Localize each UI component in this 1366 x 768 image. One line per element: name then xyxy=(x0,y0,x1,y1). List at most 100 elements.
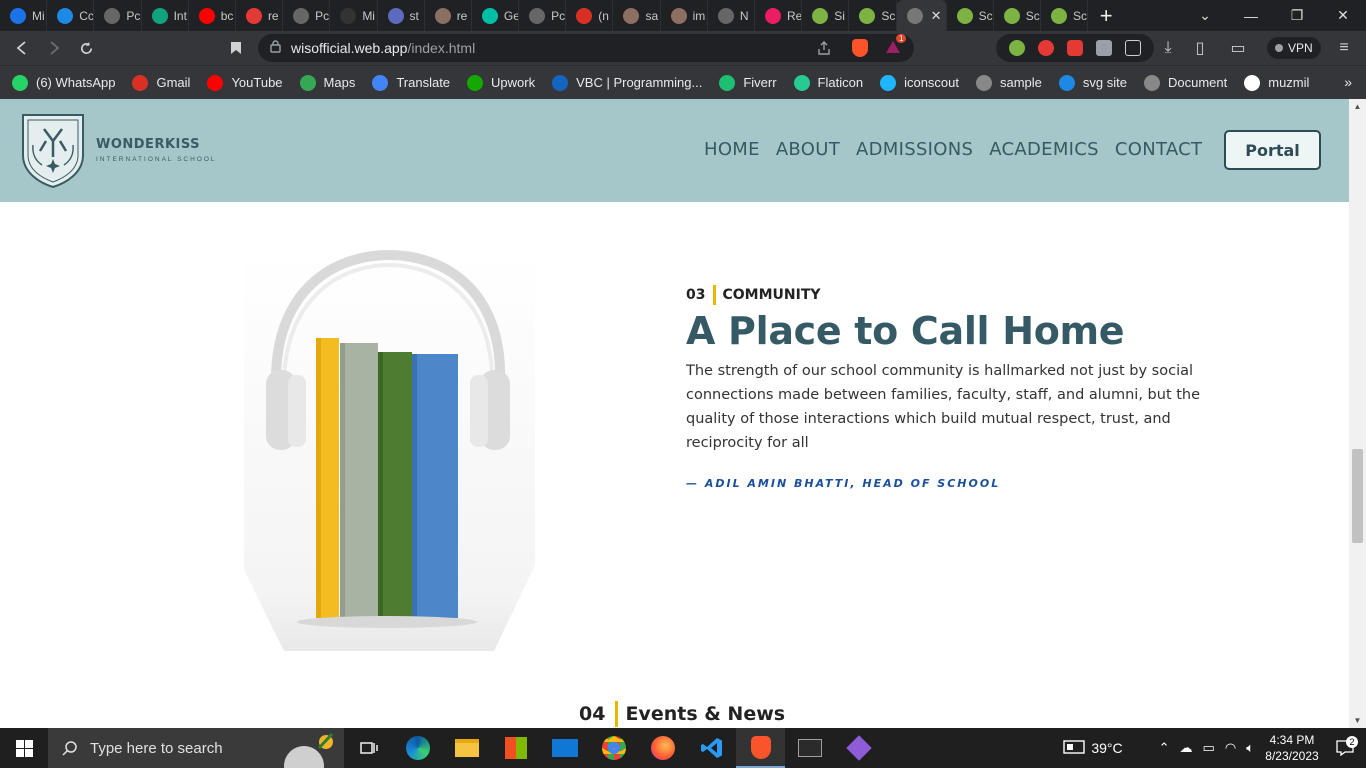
close-tab-icon[interactable]: ✕ xyxy=(931,8,942,24)
browser-tab[interactable]: Cc xyxy=(47,0,95,31)
wifi-icon[interactable]: ◠ xyxy=(1225,740,1236,756)
minimize-icon[interactable]: — xyxy=(1228,0,1274,31)
bookmarks-overflow-icon[interactable]: » xyxy=(1344,74,1352,90)
tray-overflow-icon[interactable]: ⌃ xyxy=(1159,740,1170,756)
browser-tab[interactable]: Mi xyxy=(0,0,48,31)
weather-icon[interactable] xyxy=(1063,739,1086,758)
bookmark-item[interactable]: YouTube xyxy=(207,74,283,91)
bookmark-item[interactable]: iconscout xyxy=(880,74,959,91)
browser-tab[interactable]: Sc xyxy=(849,0,897,31)
extension-hand-icon[interactable] xyxy=(1066,40,1083,56)
bookmark-item[interactable]: Flaticon xyxy=(793,74,863,91)
bookmark-item[interactable]: Upwork xyxy=(467,74,535,91)
edge-browser-icon[interactable] xyxy=(393,728,442,768)
browser-tab[interactable]: Pc xyxy=(94,0,142,31)
microsoft-store-icon[interactable] xyxy=(491,728,540,768)
bookmark-item[interactable]: Fiverr xyxy=(719,74,777,91)
address-bar[interactable]: wisofficial.web.app/index.html 1 xyxy=(258,34,914,62)
browser-tab[interactable]: Int xyxy=(142,0,189,31)
portal-button[interactable]: Portal xyxy=(1224,130,1321,170)
mail-icon[interactable] xyxy=(540,728,589,768)
scroll-down-icon[interactable]: ▼ xyxy=(1353,716,1362,725)
nav-about[interactable]: ABOUT xyxy=(776,139,840,160)
chrome-icon[interactable] xyxy=(589,728,638,768)
browser-tab[interactable]: st xyxy=(378,0,425,31)
weather-temp[interactable]: 39°C xyxy=(1091,740,1122,756)
browser-tab[interactable]: Ge xyxy=(472,0,520,31)
eyedropper-icon[interactable] xyxy=(1096,40,1113,56)
onedrive-icon[interactable]: ☁ xyxy=(1180,740,1193,756)
browser-tab[interactable]: re xyxy=(236,0,284,31)
browser-tab[interactable]: Pc xyxy=(283,0,331,31)
bookmark-item[interactable]: Translate xyxy=(372,74,450,91)
nav-admissions[interactable]: ADMISSIONS xyxy=(856,139,973,160)
firefox-icon[interactable] xyxy=(638,728,687,768)
browser-tab[interactable]: Si xyxy=(802,0,850,31)
wallet-icon[interactable]: ▭ xyxy=(1222,32,1254,64)
bookmark-item[interactable]: svg site xyxy=(1058,74,1127,91)
browser-tab[interactable]: Sc xyxy=(1041,0,1089,31)
browser-tab[interactable]: sa xyxy=(613,0,661,31)
terminal-icon[interactable] xyxy=(785,728,834,768)
extension-green-icon[interactable] xyxy=(1008,40,1025,56)
browser-tab[interactable]: (n xyxy=(566,0,614,31)
browser-tab[interactable]: Re xyxy=(755,0,803,31)
notifications-icon[interactable]: 2 xyxy=(1324,736,1366,756)
vscode-icon[interactable] xyxy=(687,728,736,768)
sidebar-icon[interactable]: ▯ xyxy=(1184,32,1216,64)
close-window-icon[interactable]: ✕ xyxy=(1320,0,1366,31)
nav-academics[interactable]: ACADEMICS xyxy=(989,139,1099,160)
tab-favicon-icon xyxy=(198,7,215,24)
browser-tab[interactable]: Pc xyxy=(519,0,567,31)
battery-icon[interactable]: ▭ xyxy=(1203,740,1215,756)
bookmark-favicon-icon xyxy=(1144,74,1160,91)
share-icon[interactable] xyxy=(816,40,832,59)
browser-tab[interactable]: Sc xyxy=(947,0,994,31)
bookmark-item[interactable]: VBC | Programming... xyxy=(552,74,702,91)
tab-search-icon[interactable]: ⌄ xyxy=(1182,0,1228,31)
browser-tab[interactable]: bc xyxy=(189,0,236,31)
tab-favicon-icon xyxy=(481,7,498,24)
bookmark-icon[interactable] xyxy=(220,32,252,64)
task-view-icon[interactable] xyxy=(344,728,393,768)
bookmark-item[interactable]: sample xyxy=(976,74,1042,91)
scrollbar-thumb[interactable] xyxy=(1352,449,1363,543)
brave-shields-icon[interactable] xyxy=(852,39,868,57)
new-tab-button[interactable]: + xyxy=(1088,0,1124,31)
git-icon[interactable] xyxy=(834,728,883,768)
browser-tab[interactable]: N xyxy=(708,0,755,31)
tab-title: Cc xyxy=(79,8,94,23)
bookmark-item[interactable]: Gmail xyxy=(132,74,190,91)
windows-start-icon[interactable] xyxy=(0,728,48,768)
browser-tab[interactable]: Mi xyxy=(330,0,378,31)
browser-tab[interactable]: im xyxy=(661,0,708,31)
nav-contact[interactable]: CONTACT xyxy=(1115,139,1202,160)
volume-icon[interactable]: 🔈︎ xyxy=(1246,740,1254,756)
school-logo[interactable]: WONDERKISS INTERNATIONAL SCHOOL xyxy=(18,111,217,189)
bookmark-item[interactable]: (6) WhatsApp xyxy=(12,74,115,91)
browser-tab[interactable]: re xyxy=(425,0,472,31)
bookmark-favicon-icon xyxy=(552,74,569,91)
bookmark-item[interactable]: Maps xyxy=(299,74,355,91)
puzzle-icon[interactable] xyxy=(1125,40,1142,56)
active-browser-tab[interactable]: ✕ xyxy=(896,0,947,31)
bookmark-label: iconscout xyxy=(904,75,959,90)
nav-home[interactable]: HOME xyxy=(704,139,760,160)
downloads-icon[interactable]: ⤓ xyxy=(1152,32,1184,64)
bookmark-item[interactable]: muzmil xyxy=(1244,74,1309,91)
restore-icon[interactable]: ❐ xyxy=(1274,0,1320,31)
extension-red-x-icon[interactable] xyxy=(1037,40,1054,56)
browser-tab[interactable]: Sc xyxy=(994,0,1041,31)
page-scrollbar[interactable]: ▲ ▼ xyxy=(1349,99,1366,728)
forward-icon[interactable] xyxy=(38,32,70,64)
reload-icon[interactable] xyxy=(70,32,102,64)
bookmark-item[interactable]: Document xyxy=(1144,74,1227,91)
brave-taskbar-icon[interactable] xyxy=(736,728,785,768)
menu-icon[interactable]: ≡ xyxy=(1328,32,1360,64)
taskbar-search[interactable]: Type here to search xyxy=(48,728,344,768)
file-explorer-icon[interactable] xyxy=(442,728,491,768)
vpn-button[interactable]: VPN xyxy=(1267,37,1321,59)
clock[interactable]: 4:34 PM 8/23/2023 xyxy=(1260,732,1324,764)
back-icon[interactable] xyxy=(6,32,38,64)
scroll-up-icon[interactable]: ▲ xyxy=(1353,102,1362,111)
